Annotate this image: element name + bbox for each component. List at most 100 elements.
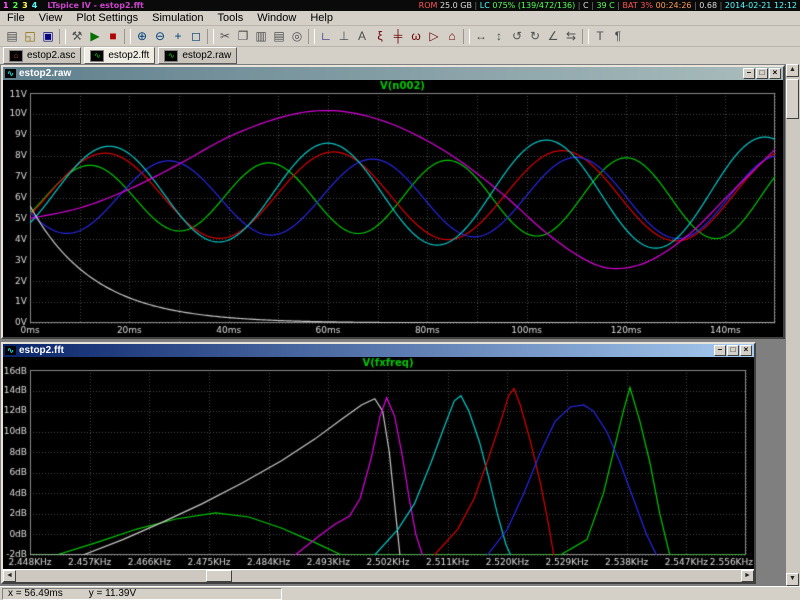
copy-button[interactable]: ❐ [234, 28, 252, 45]
diode-button[interactable]: ▷ [425, 28, 443, 45]
workspace-1[interactable]: 1 [3, 1, 9, 10]
status-bar: x = 56.49ms y = 11.39V [0, 586, 800, 600]
ground-button[interactable]: ⊥ [335, 28, 353, 45]
rotate-button[interactable]: ∠ [544, 28, 562, 45]
text-tool-button[interactable]: T [591, 28, 609, 45]
toolbar-separator [207, 29, 214, 44]
vertical-scrollbar[interactable]: ▲ ▼ [786, 64, 800, 586]
fft-plot-pane [3, 357, 754, 569]
wire-button[interactable]: ∟ [317, 28, 335, 45]
menu-window[interactable]: Window [250, 11, 303, 25]
scrollbar-thumb[interactable] [206, 570, 232, 582]
window-title: estop2.fft [19, 345, 713, 356]
tab-estop2-fft[interactable]: ∿ estop2.fft [84, 47, 155, 64]
component-button[interactable]: ⌂ [443, 28, 461, 45]
new-schematic-button[interactable]: ▤ [3, 28, 21, 45]
scrollbar-track[interactable] [16, 570, 741, 582]
find-button[interactable]: ◎ [288, 28, 306, 45]
maximize-button[interactable]: □ [727, 345, 739, 356]
workspace-switcher[interactable]: 1234 [3, 0, 41, 11]
raw-plot-canvas[interactable] [3, 80, 783, 337]
menu-tools[interactable]: Tools [211, 11, 251, 25]
save-button[interactable]: ▣ [39, 28, 57, 45]
zoom-area-button[interactable]: ⊕ [133, 28, 151, 45]
scroll-up-button[interactable]: ▲ [786, 64, 799, 77]
menu-help[interactable]: Help [303, 11, 340, 25]
capacitor-button[interactable]: ╪ [389, 28, 407, 45]
cut-button[interactable]: ✂ [216, 28, 234, 45]
status-segment: 39 C [596, 1, 617, 10]
scrollbar-track[interactable] [786, 77, 799, 573]
close-button[interactable]: × [740, 345, 752, 356]
cursor-x-readout: x = 56.49ms [8, 588, 63, 599]
control-panel-button[interactable]: ⚒ [68, 28, 86, 45]
zoom-back-button[interactable]: ⊖ [151, 28, 169, 45]
scroll-left-button[interactable]: ◄ [3, 570, 16, 582]
status-segment: 2014-02-21 12:12 [725, 1, 797, 10]
paste-button[interactable]: ▥ [252, 28, 270, 45]
mdi-area: ∿ estop2.raw – □ × ∿ estop2.fft – □ × [0, 64, 800, 586]
halt-button[interactable]: ■ [104, 28, 122, 45]
fft-plot-canvas[interactable] [3, 357, 754, 569]
waveform-icon: ∿ [5, 346, 16, 355]
toolbar-separator [59, 29, 66, 44]
wm-status-bar: 1234 LTspice IV - estop2.fft ROM 25.0 GB… [0, 0, 800, 11]
workspace-4[interactable]: 4 [32, 1, 38, 10]
window-titlebar-raw[interactable]: ∿ estop2.raw – □ × [3, 67, 783, 80]
toolbar-separator [463, 29, 470, 44]
window-estop2-raw: ∿ estop2.raw – □ × [1, 65, 785, 339]
tab-estop2-asc[interactable]: ⌂ estop2.asc [3, 47, 81, 64]
net-label-button[interactable]: A [353, 28, 371, 45]
open-file-button[interactable]: ◱ [21, 28, 39, 45]
print-button[interactable]: ▤ [270, 28, 288, 45]
drag-button[interactable]: ↕ [490, 28, 508, 45]
status-segment: LC [480, 1, 493, 10]
horizontal-scrollbar[interactable]: ◄ ► [3, 569, 754, 582]
tab-estop2-raw[interactable]: ∿ estop2.raw [158, 47, 237, 64]
redo-button[interactable]: ↻ [526, 28, 544, 45]
status-segment: 0.68 [699, 1, 719, 10]
menu-view[interactable]: View [32, 11, 70, 25]
window-title: estop2.raw [19, 68, 742, 79]
spice-directive-button[interactable]: ¶ [609, 28, 627, 45]
raw-plot-pane [3, 80, 783, 337]
scroll-down-button[interactable]: ▼ [786, 573, 799, 586]
scrollbar-thumb[interactable] [786, 79, 799, 119]
menu-plot-settings[interactable]: Plot Settings [69, 11, 145, 25]
schematic-icon: ⌂ [9, 50, 23, 62]
status-segment: C [583, 1, 591, 10]
document-tab-bar: ⌂ estop2.asc ∿ estop2.fft ∿ estop2.raw [0, 47, 800, 64]
undo-button[interactable]: ↺ [508, 28, 526, 45]
status-segment: ROM [419, 1, 440, 10]
scroll-right-button[interactable]: ► [741, 570, 754, 582]
maximize-button[interactable]: □ [756, 68, 768, 79]
tab-label: estop2.asc [27, 50, 75, 61]
toolbar-separator [308, 29, 315, 44]
cursor-y-readout: y = 11.39V [89, 588, 136, 599]
menu-file[interactable]: File [0, 11, 32, 25]
zoom-pan-button[interactable]: + [169, 28, 187, 45]
wm-window-title: LTspice IV - estop2.fft [47, 0, 144, 11]
status-segment: 25.0 GB [440, 1, 475, 10]
waveform-icon: ∿ [90, 50, 104, 62]
workspace-2[interactable]: 2 [13, 1, 19, 10]
tab-label: estop2.fft [108, 50, 149, 61]
close-button[interactable]: × [769, 68, 781, 79]
zoom-full-extents-button[interactable]: ◻ [187, 28, 205, 45]
waveform-icon: ∿ [5, 69, 16, 78]
application-window: 1234 LTspice IV - estop2.fft ROM 25.0 GB… [0, 0, 800, 600]
minimize-button[interactable]: – [743, 68, 755, 79]
move-button[interactable]: ↔ [472, 28, 490, 45]
run-button[interactable]: ▶ [86, 28, 104, 45]
minimize-button[interactable]: – [714, 345, 726, 356]
inductor-button[interactable]: ω [407, 28, 425, 45]
mirror-button[interactable]: ⇆ [562, 28, 580, 45]
status-segment: 075% [492, 1, 517, 10]
workspace-3[interactable]: 3 [22, 1, 28, 10]
resistor-button[interactable]: ξ [371, 28, 389, 45]
menu-bar: File View Plot Settings Simulation Tools… [0, 11, 800, 26]
toolbar-separator [124, 29, 131, 44]
status-segment: 00:24:26 [656, 1, 694, 10]
menu-simulation[interactable]: Simulation [145, 11, 210, 25]
window-titlebar-fft[interactable]: ∿ estop2.fft – □ × [3, 344, 754, 357]
